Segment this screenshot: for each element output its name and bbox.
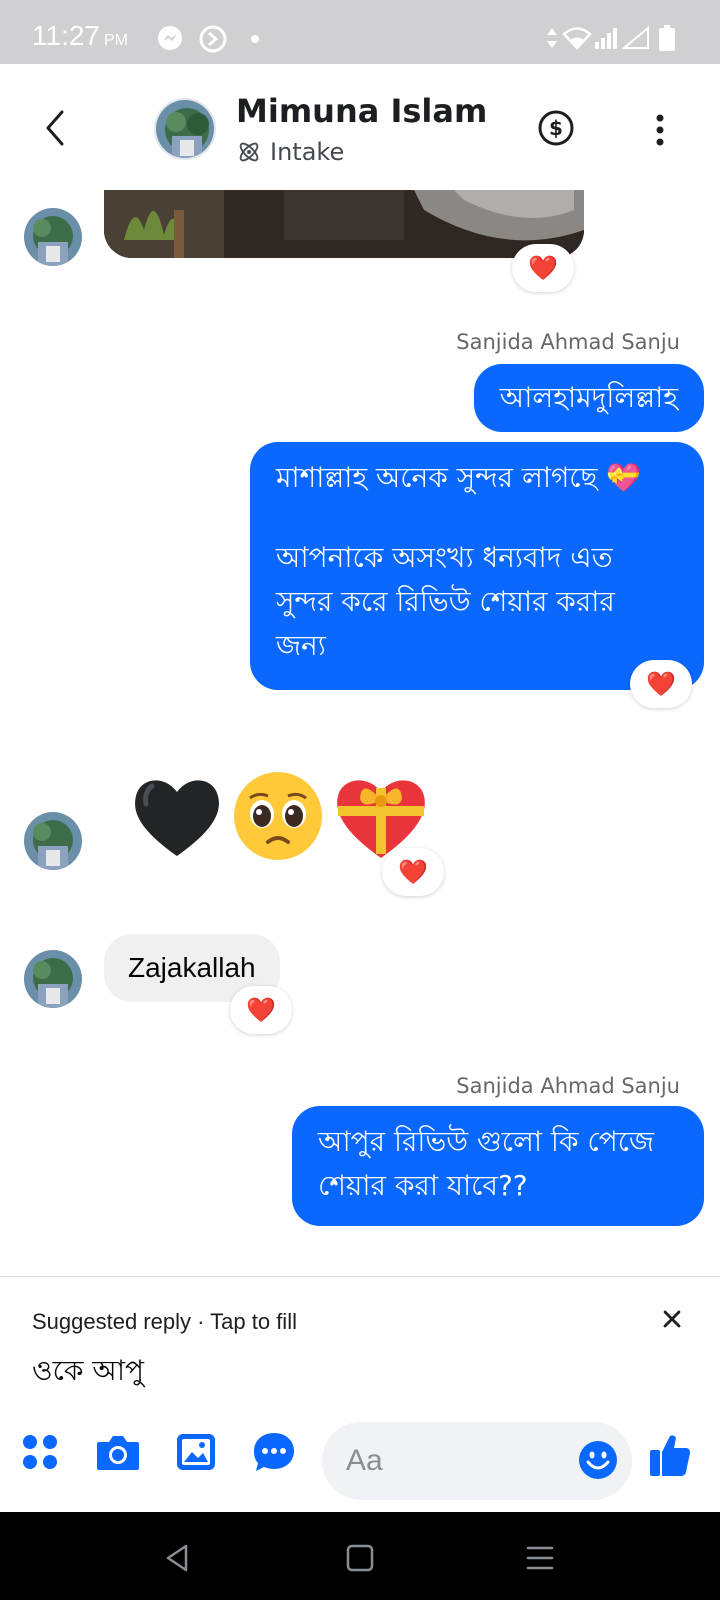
contact-name[interactable]: Mimuna Islam	[236, 92, 487, 130]
contact-subtitle: Intake	[236, 138, 344, 166]
reaction-heart[interactable]: ❤️	[382, 848, 444, 896]
pleading-face-icon	[234, 772, 322, 860]
photo-message[interactable]	[104, 190, 584, 258]
data-arrows-icon	[547, 28, 557, 48]
battery-icon	[659, 25, 675, 51]
sender-label: Sanjida Ahmad Sanju	[456, 1074, 680, 1098]
svg-text:$: $	[549, 116, 563, 140]
reaction-heart[interactable]: ❤️	[512, 244, 574, 292]
subtitle-label: Intake	[270, 138, 345, 166]
back-icon[interactable]	[36, 104, 76, 152]
composer	[0, 1396, 720, 1512]
nav-home-icon[interactable]	[342, 1540, 378, 1576]
sender-label: Sanjida Ahmad Sanju	[456, 330, 680, 354]
black-heart-icon	[135, 780, 219, 856]
reaction-heart[interactable]: ❤️	[230, 986, 292, 1034]
suggested-reply-label: Suggested reply · Tap to fill	[32, 1309, 297, 1334]
nav-back-icon[interactable]	[160, 1540, 196, 1576]
contact-avatar[interactable]	[154, 98, 216, 160]
apps-icon[interactable]	[16, 1428, 64, 1476]
messenger-icon	[158, 26, 182, 50]
status-time: 11:27 PM	[32, 20, 128, 51]
wifi-icon	[562, 27, 592, 50]
outgoing-message[interactable]: আলহামদুলিল্লাহ	[473, 364, 704, 432]
emoji-message[interactable]	[130, 770, 430, 862]
conversation-header: Mimuna Islam Intake $	[0, 64, 720, 190]
camera-icon[interactable]	[94, 1428, 142, 1476]
signal-empty-icon	[622, 26, 649, 49]
chat-bubble-icon[interactable]	[250, 1428, 298, 1476]
sender-avatar[interactable]	[24, 208, 82, 266]
like-icon[interactable]	[648, 1432, 692, 1478]
sender-avatar[interactable]	[24, 812, 82, 870]
close-icon[interactable]	[660, 1307, 684, 1331]
suggested-reply[interactable]: Suggested reply · Tap to fill ওকে আপু	[0, 1276, 720, 1396]
outgoing-message[interactable]: আপুর রিভিউ গুলো কি পেজে শেয়ার করা যাবে?…	[292, 1106, 704, 1226]
reaction-heart[interactable]: ❤️	[630, 660, 692, 708]
system-nav-bar	[0, 1512, 720, 1600]
nav-menu-icon[interactable]	[522, 1540, 558, 1576]
message-line: শেয়ার করা যাবে??	[318, 1169, 528, 1202]
gallery-icon[interactable]	[172, 1428, 220, 1476]
more-icon[interactable]	[648, 110, 672, 150]
message-line: মাশাল্লাহ অনেক সুন্দর লাগছে 💝	[276, 461, 642, 494]
message-list[interactable]: ❤️ Sanjida Ahmad Sanju আলহামদুলিল্লাহ মা…	[0, 190, 720, 1276]
message-line: আপুর রিভিউ গুলো কি পেজে	[318, 1125, 655, 1158]
emoji-icon[interactable]	[578, 1440, 618, 1480]
intake-icon	[239, 142, 259, 162]
dot-icon	[251, 35, 259, 43]
payment-icon[interactable]: $	[536, 108, 576, 148]
sender-avatar[interactable]	[24, 950, 82, 1008]
signal-icon	[595, 28, 617, 49]
status-bar: 11:27 PM	[0, 0, 720, 64]
outgoing-message[interactable]: মাশাল্লাহ অনেক সুন্দর লাগছে 💝 আপনাকে অসং…	[250, 442, 704, 690]
message-line: আপনাকে অসংখ্য ধন্যবাদ এত	[276, 541, 613, 574]
message-line: সুন্দর করে রিভিউ শেয়ার করার	[276, 585, 615, 618]
sync-icon	[199, 25, 227, 53]
suggested-reply-text[interactable]: ওকে আপু	[32, 1349, 144, 1396]
message-line: জন্য	[276, 629, 326, 662]
